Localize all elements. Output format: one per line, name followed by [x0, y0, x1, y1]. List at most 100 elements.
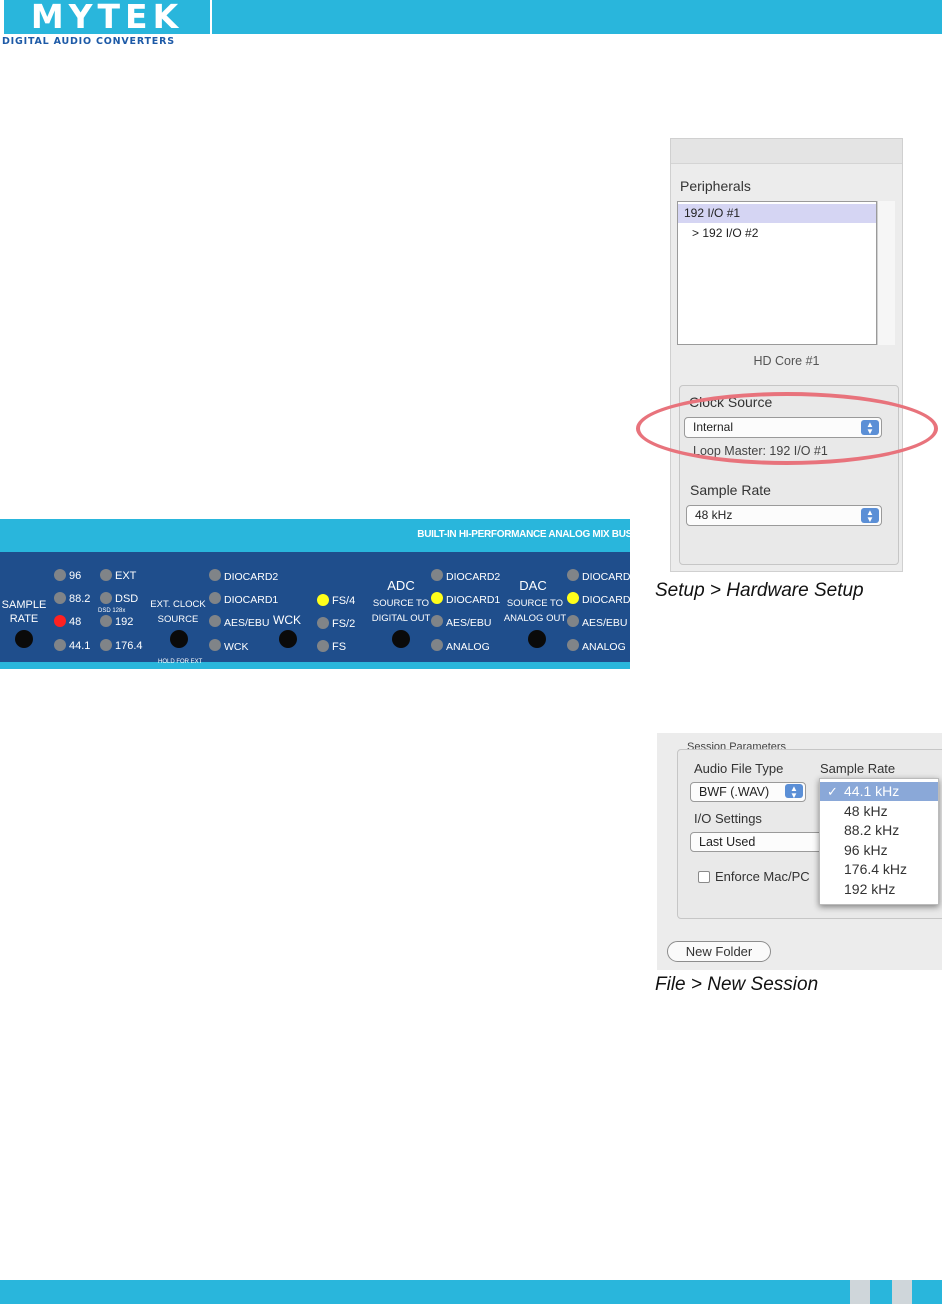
- logo: MYTEK: [0, 0, 212, 34]
- list-item-192-io-2[interactable]: > 192 I/O #2: [678, 224, 876, 243]
- peripherals-label: Peripherals: [680, 178, 751, 194]
- sample-rate-option-48[interactable]: 48 kHz: [820, 802, 938, 821]
- led-dsd: [100, 592, 112, 604]
- adc-option: DIOCARD2: [446, 571, 501, 583]
- led-192: [100, 615, 112, 627]
- adc-option: AES/EBU: [446, 617, 492, 629]
- led-clock-aes-ebu: [209, 615, 221, 627]
- dac-option: DIOCARD1: [582, 594, 630, 606]
- logo-wordmark: MYTEK: [4, 0, 210, 34]
- enforce-checkbox[interactable]: [698, 871, 710, 883]
- ext-clock-label: EXT. CLOCK: [150, 599, 206, 610]
- led-clock-diocard1: [209, 592, 221, 604]
- adc-sub-label: DIGITAL OUT: [371, 613, 431, 624]
- rate-label-176-4: 176.4: [115, 640, 143, 652]
- io-settings-select[interactable]: Last Used: [690, 832, 840, 852]
- check-icon: ✓: [827, 784, 838, 799]
- peripherals-scrollbar[interactable]: [877, 201, 895, 345]
- sample-rate-label: SAMPLE: [1, 599, 47, 611]
- peripherals-list[interactable]: 192 I/O #1 > 192 I/O #2: [677, 201, 877, 345]
- adc-option: DIOCARD1: [446, 594, 501, 606]
- led-fs-2: [317, 617, 329, 629]
- sample-rate-option-176-4[interactable]: 176.4 kHz: [820, 860, 938, 879]
- led-adc-analog: [431, 639, 443, 651]
- adc-option: ANALOG: [446, 641, 490, 653]
- hd-core-label: HD Core #1: [753, 354, 820, 368]
- dac-knob[interactable]: [528, 630, 546, 648]
- led-fs: [317, 640, 329, 652]
- sample-rate-select[interactable]: 48 kHz ▲ ▼: [686, 505, 882, 526]
- hardware-setup-caption: Setup > Hardware Setup: [655, 580, 864, 601]
- sample-rate-label: Sample Rate: [820, 761, 896, 776]
- led-dac-diocard1: [567, 592, 579, 604]
- led-dac-diocard2: [567, 569, 579, 581]
- led-dac-analog: [567, 639, 579, 651]
- led-ext: [100, 569, 112, 581]
- dac-option: ANALOG: [582, 641, 626, 653]
- led-176-4: [100, 639, 112, 651]
- adc-label: ADC: [387, 578, 415, 593]
- led-fs-4: [317, 594, 329, 606]
- clock-option: AES/EBU: [224, 617, 270, 629]
- wck-option: FS/2: [332, 618, 356, 630]
- sample-rate-label: RATE: [9, 613, 39, 625]
- footer-block: [892, 1280, 912, 1304]
- rate-label-ext: EXT: [115, 570, 137, 582]
- footer-bar: [0, 1280, 942, 1304]
- option-label: 44.1 kHz: [844, 783, 900, 799]
- select-arrows-icon: ▲ ▼: [861, 508, 879, 524]
- ext-clock-label: SOURCE: [157, 614, 199, 625]
- footer-block: [850, 1280, 870, 1304]
- led-96: [54, 569, 66, 581]
- audio-file-type-select[interactable]: BWF (.WAV) ▲ ▼: [690, 782, 806, 802]
- sample-rate-option-88-2[interactable]: 88.2 kHz: [820, 821, 938, 840]
- io-settings-value: Last Used: [699, 835, 756, 849]
- logo-tagline: DIGITAL AUDIO CONVERTERS: [2, 36, 175, 47]
- sample-rate-label: Sample Rate: [690, 482, 771, 498]
- rate-label-88-2: 88.2: [69, 593, 91, 605]
- dac-sub-label: SOURCE TO: [506, 598, 564, 609]
- dac-option: AES/EBU: [582, 617, 628, 629]
- rate-label-96: 96: [69, 570, 82, 582]
- adc-knob[interactable]: [392, 630, 410, 648]
- list-item-192-io-1[interactable]: 192 I/O #1: [678, 204, 876, 223]
- led-adc-diocard1: [431, 592, 443, 604]
- audio-file-type-value: BWF (.WAV): [699, 785, 770, 799]
- dialog-toolbar: [671, 139, 902, 164]
- audio-file-type-label: Audio File Type: [694, 761, 784, 776]
- adc-sub-label: SOURCE TO: [372, 598, 430, 609]
- wck-label: WCK: [273, 613, 301, 627]
- hold-note: HOLD FOR EXT: [158, 659, 203, 665]
- wck-option: FS: [332, 641, 347, 653]
- panel-title: BUILT-IN HI-PERFORMANCE ANALOG MIX BUS: [417, 529, 630, 540]
- rate-label-192: 192: [115, 616, 134, 628]
- ext-clock-knob[interactable]: [170, 630, 188, 648]
- new-session-caption: File > New Session: [655, 974, 819, 995]
- sample-rate-option-192[interactable]: 192 kHz: [820, 880, 938, 899]
- sample-rate-knob[interactable]: [15, 630, 33, 648]
- sample-rate-dropdown[interactable]: ✓ 44.1 kHz 48 kHz 88.2 kHz 96 kHz 176.4 …: [819, 778, 939, 905]
- dac-label: DAC: [519, 578, 547, 593]
- select-arrows-icon: ▲ ▼: [785, 784, 803, 800]
- clock-option: WCK: [224, 641, 249, 653]
- new-folder-button[interactable]: New Folder: [667, 941, 771, 962]
- led-48: [54, 615, 66, 627]
- wck-knob[interactable]: [279, 630, 297, 648]
- enforce-label: Enforce Mac/PC: [715, 869, 810, 884]
- hardware-setup-dialog: Peripherals 192 I/O #1 > 192 I/O #2 HD C…: [670, 138, 903, 572]
- dac-option: DIOCARD2: [582, 571, 630, 583]
- sample-rate-option-44-1[interactable]: ✓ 44.1 kHz: [820, 782, 938, 801]
- led-adc-aes-ebu: [431, 615, 443, 627]
- rate-label-44-1: 44.1: [69, 640, 91, 652]
- led-44-1: [54, 639, 66, 651]
- led-dac-aes-ebu: [567, 615, 579, 627]
- front-panel: BUILT-IN HI-PERFORMANCE ANALOG MIX BUS S…: [0, 519, 630, 669]
- sample-rate-option-96[interactable]: 96 kHz: [820, 841, 938, 860]
- clock-option: DIOCARD1: [224, 594, 279, 606]
- wck-option: FS/4: [332, 595, 356, 607]
- led-88-2: [54, 592, 66, 604]
- led-clock-wck: [209, 639, 221, 651]
- rate-label-dsd: DSD: [115, 593, 139, 605]
- clock-option: DIOCARD2: [224, 571, 279, 583]
- rate-label-48: 48: [69, 616, 82, 628]
